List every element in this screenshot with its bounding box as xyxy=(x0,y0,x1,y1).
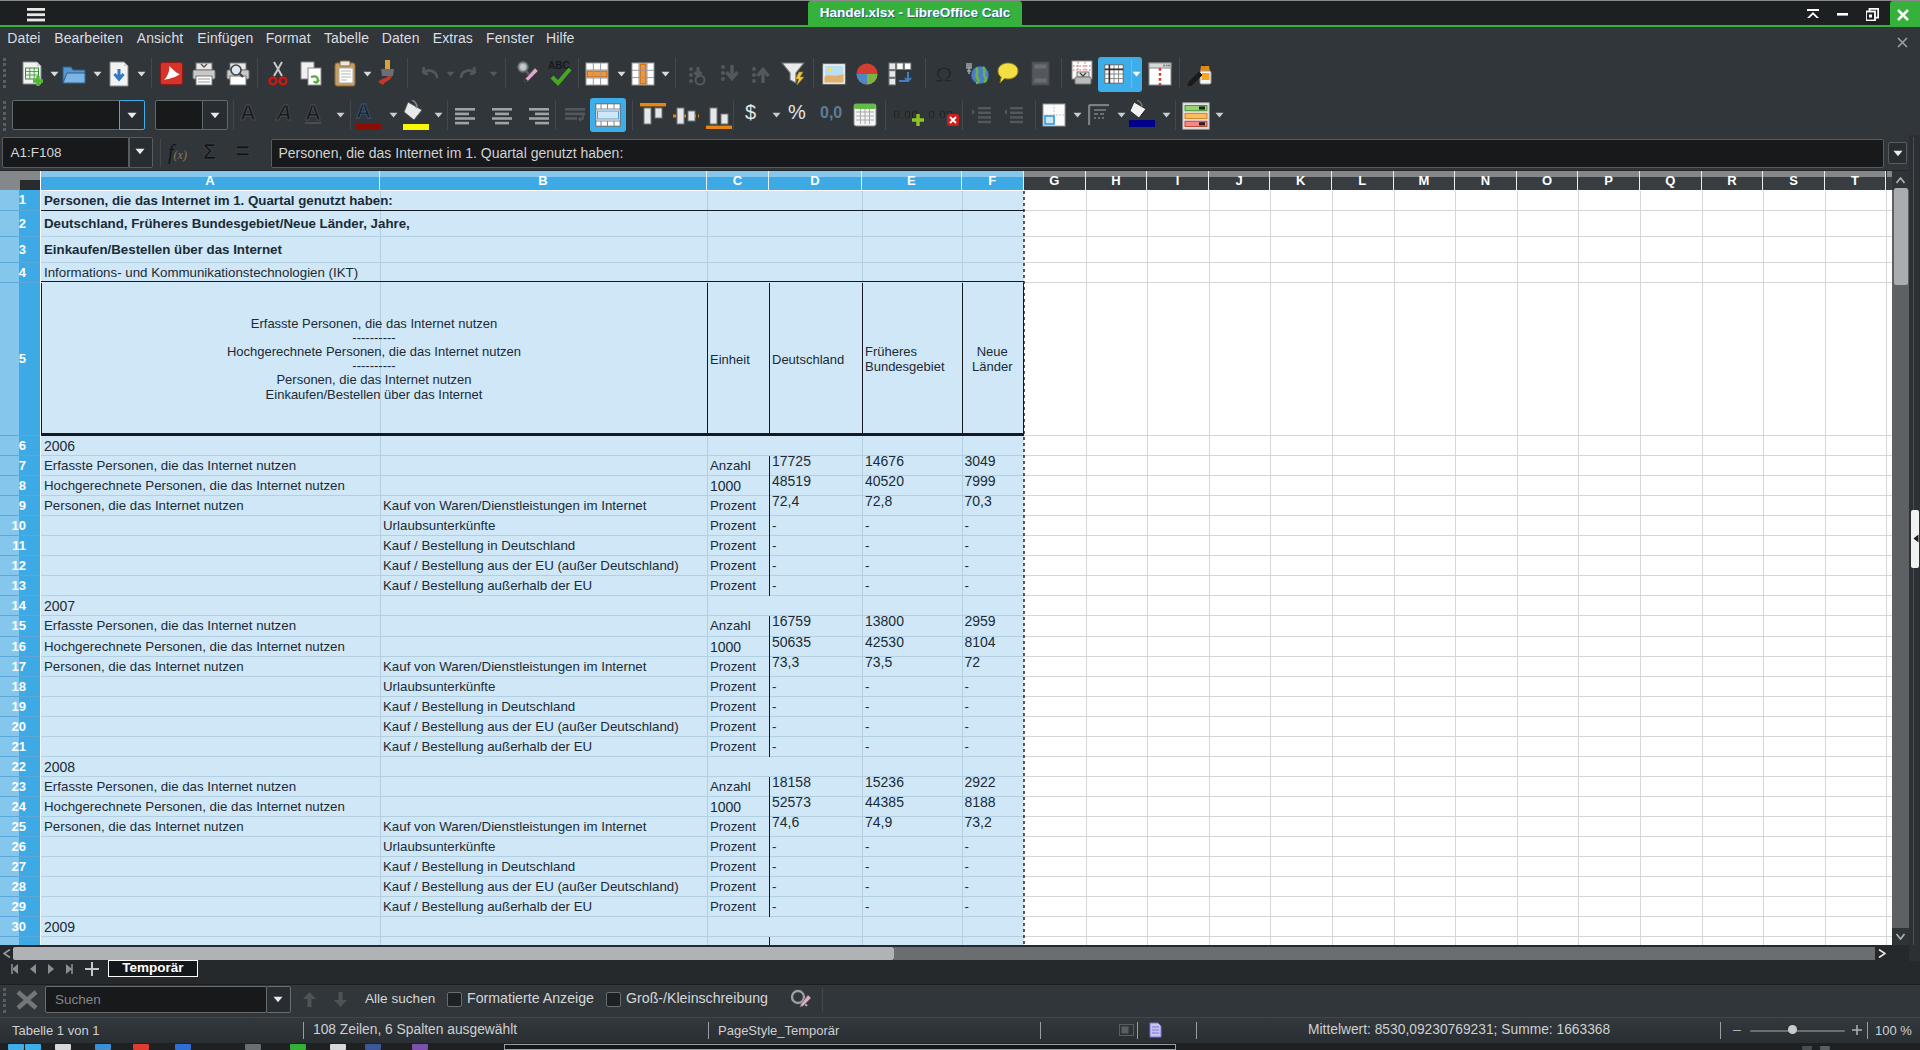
svg-text:ABC: ABC xyxy=(548,60,570,71)
